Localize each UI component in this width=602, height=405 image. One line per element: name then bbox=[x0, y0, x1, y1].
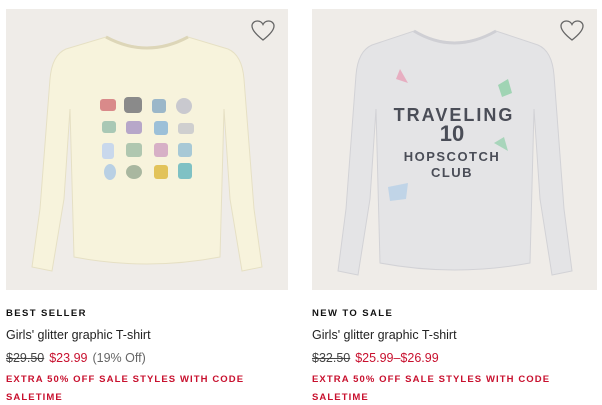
heart-outline-icon[interactable] bbox=[559, 19, 585, 43]
product-card[interactable]: BEST SELLER Girls' glitter graphic T-shi… bbox=[6, 9, 288, 405]
product-grid: BEST SELLER Girls' glitter graphic T-shi… bbox=[0, 0, 602, 405]
product-name[interactable]: Girls' glitter graphic T-shirt bbox=[312, 328, 597, 344]
sale-price: $23.99 bbox=[49, 351, 88, 365]
graphic-text-mid: HOPSCOTCH bbox=[404, 149, 501, 164]
product-card[interactable]: TRAVELING 10 HOPSCOTCH CLUB NEW TO SALE … bbox=[312, 9, 597, 405]
promo-line-1: EXTRA 50% OFF SALE STYLES WITH CODE bbox=[6, 374, 245, 385]
promo-line-1: EXTRA 50% OFF SALE STYLES WITH CODE bbox=[312, 374, 551, 385]
heart-outline-icon[interactable] bbox=[250, 19, 276, 43]
product-badge: NEW TO SALE bbox=[312, 308, 394, 319]
discount-percent: (19% Off) bbox=[92, 351, 146, 365]
graphic-text-bottom: CLUB bbox=[431, 165, 473, 180]
original-price: $29.50 bbox=[6, 351, 45, 365]
product-badge: BEST SELLER bbox=[6, 308, 87, 319]
shirt-image: TRAVELING 10 HOPSCOTCH CLUB bbox=[337, 29, 573, 276]
sale-price: $25.99–$26.99 bbox=[355, 351, 439, 365]
product-name[interactable]: Girls' glitter graphic T-shirt bbox=[6, 328, 288, 344]
promo-code: SALETIME bbox=[6, 392, 63, 403]
promo-code: SALETIME bbox=[312, 392, 369, 403]
price-row: $32.50 $25.99–$26.99 bbox=[312, 351, 597, 367]
shirt-image bbox=[31, 35, 263, 272]
promo-message: EXTRA 50% OFF SALE STYLES WITH CODE SALE… bbox=[6, 371, 266, 405]
product-image[interactable]: TRAVELING 10 HOPSCOTCH CLUB bbox=[312, 9, 597, 290]
graphic-text-number: 10 bbox=[440, 121, 464, 146]
price-row: $29.50 $23.99 (19% Off) bbox=[6, 351, 288, 367]
original-price: $32.50 bbox=[312, 351, 351, 365]
product-image[interactable] bbox=[6, 9, 288, 290]
promo-message: EXTRA 50% OFF SALE STYLES WITH CODE SALE… bbox=[312, 371, 572, 405]
